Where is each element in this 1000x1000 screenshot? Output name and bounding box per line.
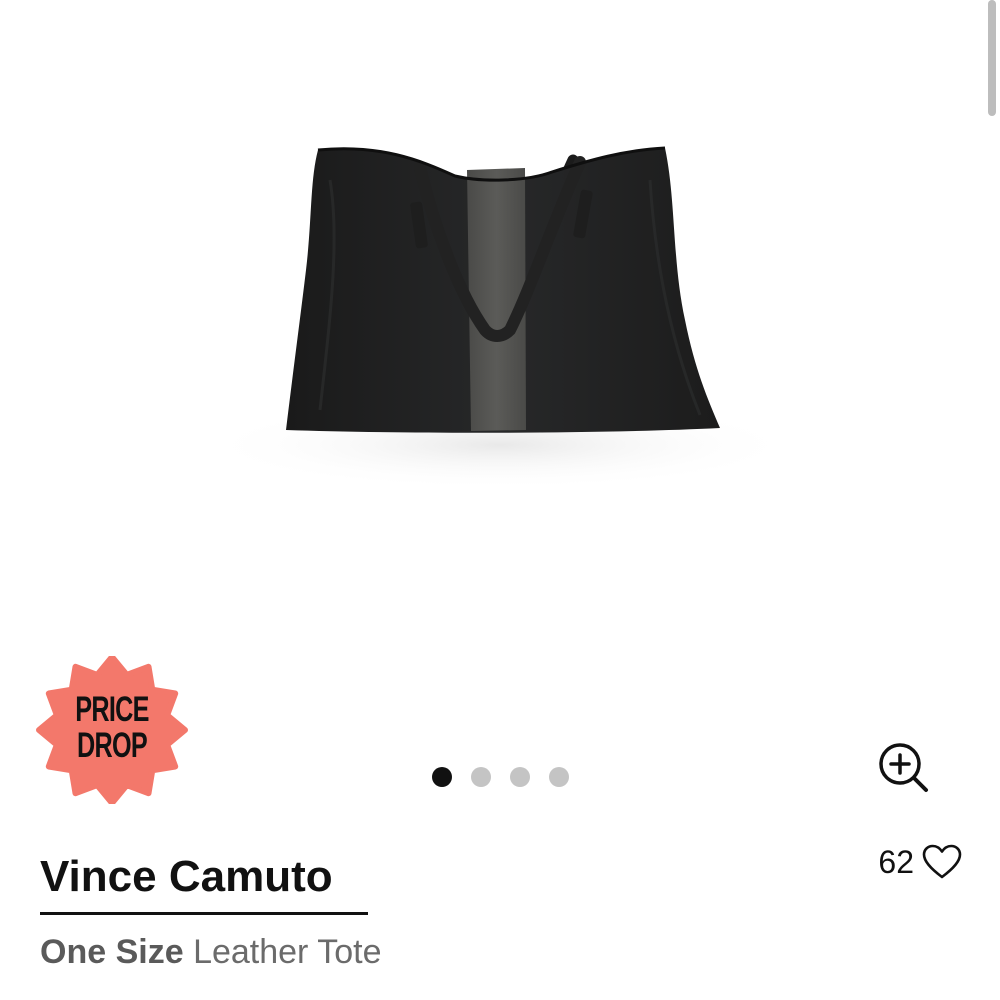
carousel-dots <box>432 767 569 789</box>
carousel-dot-3[interactable] <box>510 767 530 787</box>
product-subtitle: One Size Leather Tote <box>40 930 381 974</box>
badge-line-1: PRICE <box>75 690 149 729</box>
badge-line-2: DROP <box>77 726 148 765</box>
favorite-count: 62 <box>878 844 914 880</box>
size-label: One Size <box>40 933 184 971</box>
price-drop-badge: PRICE DROP <box>36 656 188 804</box>
brand-link[interactable]: Vince Camuto <box>40 850 333 904</box>
heart-icon <box>922 844 962 879</box>
carousel-dot-1[interactable] <box>432 767 452 787</box>
carousel-dot-4[interactable] <box>549 767 569 787</box>
item-name: Leather Tote <box>193 933 382 971</box>
zoom-in-button[interactable] <box>874 738 932 796</box>
carousel-dot-2[interactable] <box>471 767 491 787</box>
favorite-button[interactable]: 62 <box>878 842 962 882</box>
product-page: PRICE DROP Vince Camuto One Size Leather… <box>0 0 1000 1000</box>
zoom-in-icon <box>879 743 928 792</box>
product-image[interactable] <box>180 120 820 500</box>
brand-underline <box>40 912 368 915</box>
scrollbar[interactable] <box>988 0 996 116</box>
price-drop-label: PRICE DROP <box>57 692 166 764</box>
